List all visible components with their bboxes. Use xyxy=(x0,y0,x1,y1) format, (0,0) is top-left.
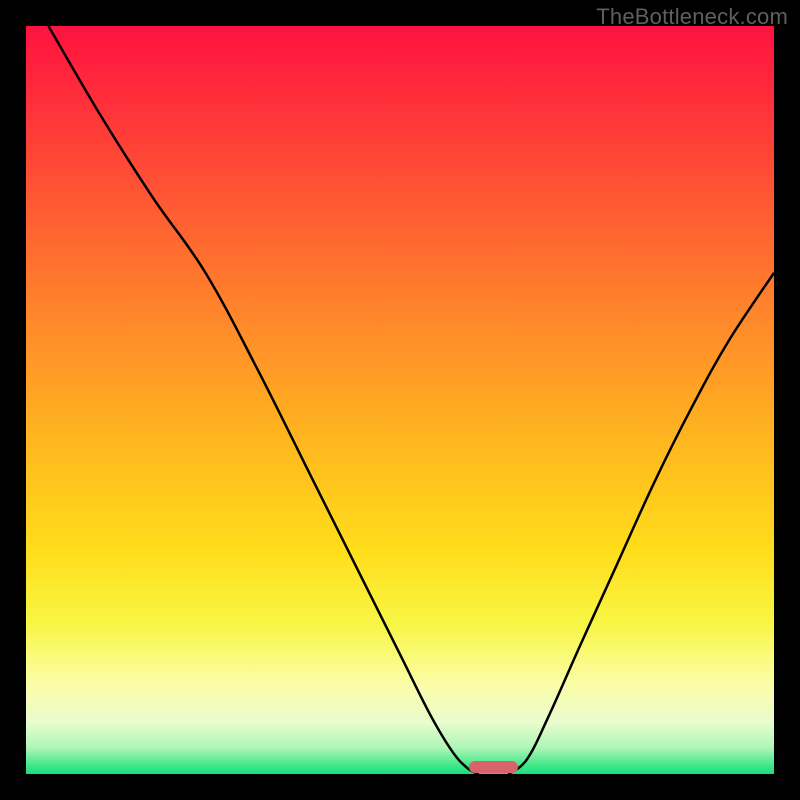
curve-left-branch xyxy=(48,26,478,774)
optimal-range-marker xyxy=(469,761,518,773)
bottleneck-curve xyxy=(26,26,774,774)
plot-area xyxy=(26,26,774,774)
curve-right-branch xyxy=(508,273,774,774)
chart-frame: TheBottleneck.com xyxy=(0,0,800,800)
watermark-text: TheBottleneck.com xyxy=(596,4,788,30)
